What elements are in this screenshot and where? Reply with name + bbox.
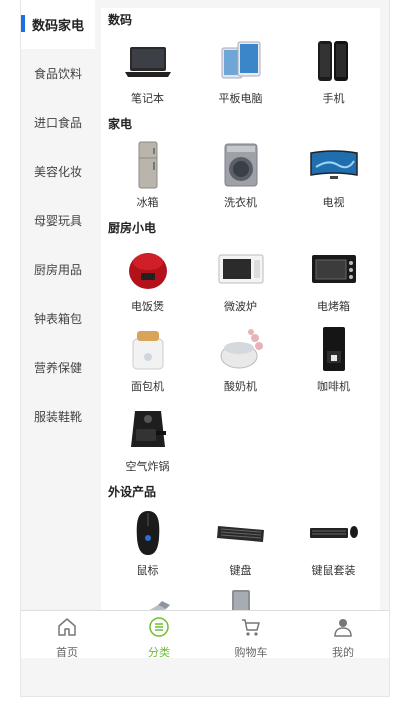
product-grid-appliances: 冰箱 洗衣机 电视 [101,136,380,216]
sidebar-item-imported-food[interactable]: 进口食品 [21,98,95,147]
product-yogurt-maker[interactable]: 酸奶机 [194,320,287,400]
section-title-peripherals: 外设产品 [108,485,157,499]
product-washer[interactable]: 洗衣机 [194,136,287,216]
product-laptop[interactable]: 笔记本 [101,32,194,112]
hard-drive-icon [210,584,272,610]
product-label: 洗衣机 [224,196,257,209]
product-label: 手机 [322,92,345,105]
fridge-icon [117,136,179,194]
tab-label: 购物车 [234,646,268,659]
product-label: 酸奶机 [224,380,257,393]
product-keyboard[interactable]: 键盘 [194,504,287,584]
cart-icon [240,616,262,642]
product-tv[interactable]: 电视 [287,136,380,216]
sidebar-item-health[interactable]: 营养保健 [21,343,95,392]
product-label: 面包机 [131,380,164,393]
section-title-kitchen-appliances: 厨房小电 [108,221,157,235]
product-hard-drive[interactable] [194,584,287,610]
product-mouse[interactable]: 鼠标 [101,504,194,584]
bottom-tabbar: 首页 分类 购物车 我的 [21,610,389,659]
app-frame: 数码家电 食品饮料 进口食品 美容化妆 母婴玩具 厨房用品 钟表箱包 营养保健 … [20,0,390,697]
phone-icon [303,32,365,90]
section-title-appliances: 家电 [108,117,133,131]
product-label: 电饭煲 [131,300,164,313]
washer-icon [210,136,272,194]
keyboard-mouse-set-icon [303,504,365,562]
sidebar-item-watches-bags[interactable]: 钟表箱包 [21,294,95,343]
tv-icon [303,136,365,194]
tab-cart[interactable]: 购物车 [205,611,297,659]
product-fridge[interactable]: 冰箱 [101,136,194,216]
tab-label: 分类 [148,646,170,659]
sidebar-item-kitchen[interactable]: 厨房用品 [21,245,95,294]
product-label: 空气炸锅 [125,460,170,473]
section-title-digital: 数码 [108,13,133,27]
sidebar-item-clothing-shoes[interactable]: 服装鞋靴 [21,392,95,441]
product-grid-kitchen: 电饭煲 微波炉 电烤箱 面包机 酸奶机 咖啡机 空气炸锅 [101,240,380,480]
product-rice-cooker[interactable]: 电饭煲 [101,240,194,320]
sidebar-item-digital-appliances[interactable]: 数码家电 [21,0,95,49]
yogurt-maker-icon [210,320,272,378]
product-microwave[interactable]: 微波炉 [194,240,287,320]
product-tablet[interactable]: 平板电脑 [194,32,287,112]
product-label: 咖啡机 [317,380,350,393]
oven-icon [303,240,365,298]
tab-profile[interactable]: 我的 [297,611,389,659]
usb-drive-icon [117,584,179,610]
product-grid-peripherals: 鼠标 键盘 键鼠套装 [101,504,380,610]
microwave-icon [210,240,272,298]
product-bread-maker[interactable]: 面包机 [101,320,194,400]
product-label: 鼠标 [136,564,159,577]
tab-label: 我的 [332,646,354,659]
sidebar-item-beauty[interactable]: 美容化妆 [21,147,95,196]
product-label: 键鼠套装 [311,564,356,577]
product-grid-digital: 笔记本 平板电脑 手机 [101,32,380,112]
tab-category[interactable]: 分类 [113,611,205,659]
tablet-icon [210,32,272,90]
product-label: 键盘 [229,564,252,577]
laptop-icon [117,32,179,90]
air-fryer-icon [117,400,179,458]
product-oven[interactable]: 电烤箱 [287,240,380,320]
mouse-icon [117,504,179,562]
tab-home[interactable]: 首页 [21,611,113,659]
coffee-machine-icon [303,320,365,378]
keyboard-icon [210,504,272,562]
product-phone[interactable]: 手机 [287,32,380,112]
product-label: 笔记本 [131,92,164,105]
product-label: 电视 [322,196,345,209]
product-label: 电烤箱 [317,300,350,313]
bread-maker-icon [117,320,179,378]
product-usb-drive[interactable] [101,584,194,610]
category-icon [148,616,170,642]
user-icon [332,616,354,642]
sidebar-item-baby-toys[interactable]: 母婴玩具 [21,196,95,245]
category-content: 数码 笔记本 平板电脑 手机 家电 冰箱 洗衣机 电视 厨房小电 电饭煲 微波炉… [101,8,380,610]
product-label: 冰箱 [136,196,159,209]
product-keyboard-mouse-set[interactable]: 键鼠套装 [287,504,380,584]
sidebar-item-food-drinks[interactable]: 食品饮料 [21,49,95,98]
home-icon [56,616,78,642]
product-label: 微波炉 [224,300,257,313]
product-air-fryer[interactable]: 空气炸锅 [101,400,194,480]
product-coffee-machine[interactable]: 咖啡机 [287,320,380,400]
tab-label: 首页 [56,646,78,659]
rice-cooker-icon [117,240,179,298]
product-label: 平板电脑 [218,92,263,105]
category-sidebar: 数码家电 食品饮料 进口食品 美容化妆 母婴玩具 厨房用品 钟表箱包 营养保健 … [21,0,95,610]
